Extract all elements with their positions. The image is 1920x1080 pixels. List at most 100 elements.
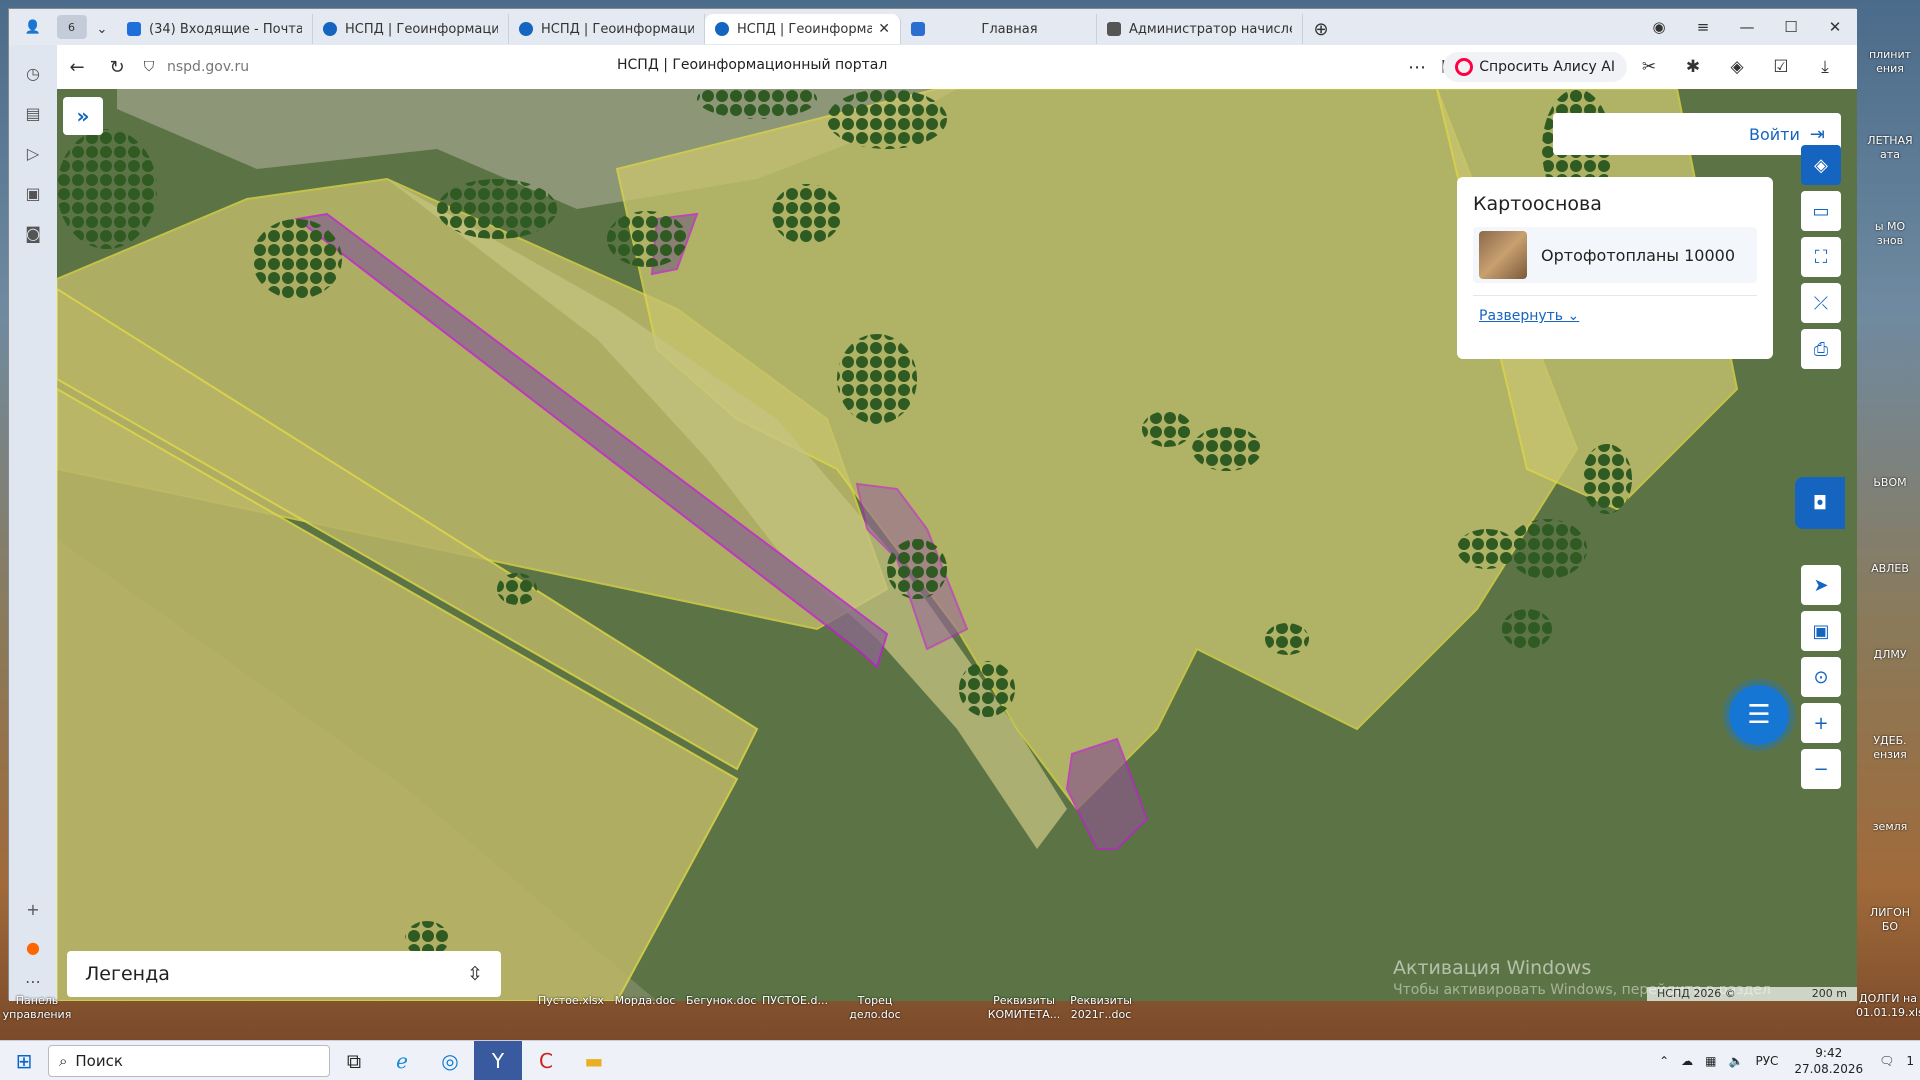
desktop-icon[interactable]: ЬВОМ [1862,476,1918,490]
geolocation-button[interactable]: ⊙ [1801,657,1841,697]
history-icon[interactable]: ◷ [9,53,57,93]
desktop-icon-file[interactable]: Морда.doc [610,994,680,1008]
download-icon[interactable]: ⤓ [1803,49,1847,85]
desktop-icon[interactable]: ЛИГОН БО [1862,906,1918,934]
desktop-icon[interactable]: ДОЛГИ на 01.01.19.xlsx [1856,992,1920,1020]
tray-chevron-icon[interactable]: ⌃ [1659,1054,1669,1068]
close-window-icon[interactable]: ✕ [1813,18,1857,36]
tab-nspd-1[interactable]: НСПД | Геоинформационный [313,14,509,44]
tab-mail[interactable]: (34) Входящие - Почта Mail [117,14,313,44]
desktop-icon-file[interactable]: ПУСТОЕ.d... [760,994,830,1008]
yandex-browser-icon[interactable]: Y [474,1040,522,1080]
map-view[interactable]: » Войти ⇥ Картооснова Ортофотопланы 10000… [57,89,1857,1001]
search-icon: ⌕ [59,1051,68,1070]
layers-button[interactable]: ◈ [1801,145,1841,185]
collections-icon[interactable]: ◈ [1715,49,1759,85]
ie-icon[interactable]: ℯ [378,1041,426,1080]
explorer-icon[interactable]: ▬ [570,1041,618,1080]
site-icon [911,22,925,36]
address-toolbar: ← ↻ ⛉ nspd.gov.ru НСПД | Геоинформационн… [57,45,1857,89]
network-icon[interactable]: ▦ [1705,1054,1716,1068]
task-view-icon[interactable]: ⧉ [330,1041,378,1080]
tasks-icon[interactable]: ☑ [1759,49,1803,85]
reload-icon[interactable]: ↻ [97,47,137,87]
desktop-icon[interactable]: ЛЕТНАЯ ата [1862,134,1918,162]
clock[interactable]: 9:42 27.08.2026 [1794,1045,1863,1077]
video-icon[interactable]: ▷ [9,133,57,173]
assistant-button[interactable]: ◘ [1795,477,1845,529]
minimize-icon[interactable]: — [1725,18,1769,36]
camera-icon[interactable]: ◙ [9,213,57,253]
desktop-icon[interactable]: ДЛМУ [1862,648,1918,662]
legend-panel[interactable]: Легенда ⇳ [67,951,501,997]
edge-icon[interactable]: ◎ [426,1041,474,1080]
url-text[interactable]: nspd.gov.ru [167,59,249,75]
tab-count-badge[interactable]: 6 [57,15,87,39]
notification-count: 1 [1906,1054,1914,1068]
minus-icon: − [1813,758,1829,780]
ruler-button[interactable]: ▭ [1801,191,1841,231]
geolocation-icon: ⊙ [1813,666,1829,688]
basemap-thumbnail [1479,231,1527,279]
desktop-icon[interactable]: плинит ения [1862,48,1918,76]
desktop-icon-file[interactable]: Пустое.xlsx [536,994,606,1008]
cloud-icon[interactable]: ☁ [1681,1054,1693,1068]
desktop-right-icons: плинит ения ЛЕТНАЯ ата ы МО знов ЬВОМ АВ… [1856,0,1920,1040]
alisa-button[interactable]: Спросить Алису AI [1443,52,1627,82]
print-button[interactable]: ⎙ [1801,329,1841,369]
expand-sidebar-button[interactable]: » [63,97,103,135]
minimap-icon: ▣ [1812,620,1830,642]
volume-icon[interactable]: 🔈 [1729,1054,1744,1068]
tab-main[interactable]: Главная [901,14,1097,44]
desktop-icon[interactable]: ы МО знов [1862,220,1918,248]
desktop-icon-file[interactable]: Реквизиты 2021г..doc [1066,994,1136,1022]
map-attribution: НСПД 2026 © 200 m [1647,987,1857,1001]
tab-nspd-active[interactable]: НСПД | Геоинформаци✕ [705,14,901,44]
extensions-icon[interactable]: ✱ [1671,49,1715,85]
tools-icon[interactable]: ✂ [1627,49,1671,85]
chat-button[interactable]: ☰ [1729,685,1789,745]
desktop-icon[interactable]: АВЛЕВ [1862,562,1918,576]
language-indicator[interactable]: РУС [1755,1054,1778,1068]
new-tab-icon[interactable]: ⊕ [1303,14,1339,44]
area-select-button[interactable]: ⛶ [1801,237,1841,277]
add-panel-icon[interactable]: + [9,889,57,929]
collections-icon[interactable]: ▤ [9,93,57,133]
login-icon: ⇥ [1809,123,1825,145]
account-icon[interactable]: ◉ [1637,18,1681,36]
calendar-icon[interactable]: ▣ [9,173,57,213]
share-button[interactable]: ⤫ [1801,283,1841,323]
notifications-icon[interactable]: 🗨 [1879,1054,1894,1068]
shield-icon[interactable]: ⛉ [137,47,161,87]
desktop-icon-file[interactable]: Торец дело.doc [840,994,910,1022]
locate-button[interactable]: ➤ [1801,565,1841,605]
expand-link[interactable]: Развернуть ⌄ [1473,308,1579,324]
app-icon[interactable]: C [522,1041,570,1080]
window-controls: ◉ ≡ — ☐ ✕ [1637,9,1857,45]
desktop-icon[interactable]: УДЕБ. ензия [1862,734,1918,762]
nspd-icon [715,22,729,36]
tab-list-chevron-icon[interactable]: ⌄ [87,14,117,44]
taskbar-search[interactable]: ⌕ Поиск [48,1044,330,1077]
desktop-icon[interactable]: земля [1862,820,1918,834]
zoom-in-button[interactable]: + [1801,703,1841,743]
desktop-icon-control-panel[interactable]: Панель управления [2,994,72,1022]
expand-collapse-icon: ⇳ [467,963,483,985]
tab-nspd-2[interactable]: НСПД | Геоинформационный [509,14,705,44]
desktop-icon-file[interactable]: Бегунок.doc [686,994,756,1008]
zoom-out-button[interactable]: − [1801,749,1841,789]
back-arrow-icon[interactable]: ← [57,47,97,87]
browser-window: 👤 ◷ ▤ ▷ ▣ ◙ + ● ⋯ 👤 6 ⌄ (34) Входящие - … [8,8,1857,1001]
close-tab-icon[interactable]: ✕ [878,21,890,37]
ruler-icon: ▭ [1812,200,1830,222]
minimap-button[interactable]: ▣ [1801,611,1841,651]
menu-icon[interactable]: ≡ [1681,18,1725,36]
desktop-icon-file[interactable]: Реквизиты КОМИТЕТА... [986,994,1062,1022]
basemap-item[interactable]: Ортофотопланы 10000 [1473,227,1757,283]
share-icon: ⤫ [1813,292,1829,314]
maximize-icon[interactable]: ☐ [1769,18,1813,36]
login-button[interactable]: Войти ⇥ [1553,113,1841,155]
windows-start-icon[interactable]: ⊞ [0,1041,48,1080]
tab-admin[interactable]: Администратор начислений [1097,14,1303,44]
profile-icon[interactable]: 👤 [9,9,57,45]
